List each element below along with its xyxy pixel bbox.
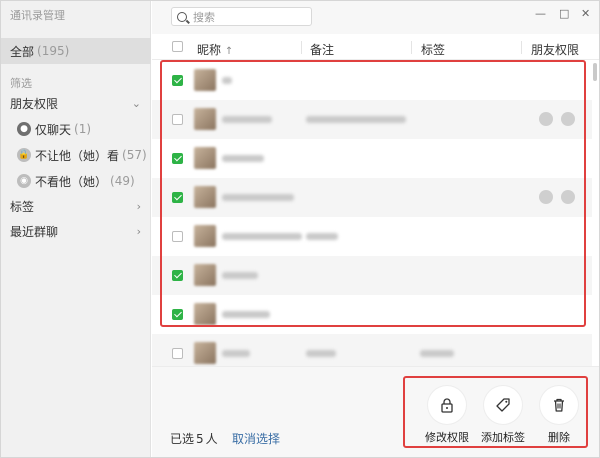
sidebar-all-count: (195) (37, 44, 70, 58)
eye-icon: ◉ (17, 174, 31, 188)
avatar (194, 342, 216, 364)
contacts-manager-window: 通讯录管理 全部 (195) 筛选 朋友权限 ⌄ ● 仅聊天 (1) 🔒 不让他… (0, 0, 600, 458)
top-bar: 搜索 — □ ✕ (152, 1, 599, 34)
search-input[interactable]: 搜索 (171, 7, 312, 26)
header-divider (411, 41, 412, 54)
sidebar-item-tags[interactable]: 标签 › (1, 193, 151, 219)
row-checkbox[interactable] (172, 348, 183, 359)
footer-bar: 已选 5 人 取消选择 修改权限 添加标签 删除 (152, 366, 599, 457)
cancel-selection-link[interactable]: 取消选择 (232, 430, 280, 447)
close-button[interactable]: ✕ (581, 7, 590, 20)
sidebar-filter-heading: 筛选 (10, 77, 32, 90)
sidebar-item-recent-groups[interactable]: 最近群聊 › (1, 218, 151, 244)
sidebar: 通讯录管理 全部 (195) 筛选 朋友权限 ⌄ ● 仅聊天 (1) 🔒 不让他… (1, 1, 151, 457)
chevron-down-icon: ⌄ (131, 96, 141, 110)
maximize-button[interactable]: □ (559, 7, 569, 20)
chevron-right-icon: › (136, 224, 141, 238)
actions-highlight-box (403, 376, 588, 448)
sidebar-all-label: 全部 (10, 44, 35, 59)
sidebar-item-hide-my-moments[interactable]: 🔒 不让他（她）看 (57) (1, 142, 151, 168)
chat-only-label: 仅聊天 (35, 122, 72, 137)
hide-their-moments-count: (49) (110, 174, 135, 188)
blurred-tag (420, 350, 454, 357)
sidebar-item-friend-permission[interactable]: 朋友权限 ⌄ (1, 90, 151, 116)
header-remark[interactable]: 备注 (310, 41, 334, 58)
user-icon: ● (17, 122, 31, 136)
header-divider (301, 41, 302, 54)
tags-label: 标签 (10, 199, 35, 214)
app-title: 通讯录管理 (10, 9, 65, 22)
hide-my-moments-label: 不让他（她）看 (35, 148, 120, 163)
chat-only-count: (1) (74, 122, 92, 136)
hide-their-moments-label: 不看他（她） (35, 174, 108, 189)
blurred-nickname (222, 350, 250, 357)
table-header: 昵称 ↑ 备注 标签 朋友权限 (152, 34, 599, 60)
blurred-remark (306, 350, 336, 357)
recent-groups-label: 最近群聊 (10, 224, 59, 239)
header-nickname[interactable]: 昵称 ↑ (197, 41, 233, 58)
lock-icon: 🔒 (17, 148, 31, 162)
selected-count-text: 已选 5 人 (170, 432, 218, 446)
header-permission[interactable]: 朋友权限 (531, 41, 579, 58)
sidebar-item-hide-their-moments[interactable]: ◉ 不看他（她） (49) (1, 168, 151, 194)
minimize-button[interactable]: — (535, 7, 546, 20)
search-icon (177, 11, 187, 22)
sidebar-item-all[interactable]: 全部 (195) (1, 38, 151, 64)
header-tag[interactable]: 标签 (421, 41, 445, 58)
friend-permission-label: 朋友权限 (10, 96, 59, 111)
selection-highlight-box (160, 60, 586, 327)
chevron-right-icon: › (136, 199, 141, 213)
header-divider (521, 41, 522, 54)
sidebar-item-chat-only[interactable]: ● 仅聊天 (1) (1, 116, 151, 142)
main-panel: 搜索 — □ ✕ 昵称 ↑ 备注 标签 朋友权限 已选 5 人 取消选择 修改权… (152, 1, 599, 457)
search-placeholder: 搜索 (193, 10, 215, 24)
hide-my-moments-count: (57) (122, 148, 147, 162)
select-all-checkbox[interactable] (172, 41, 183, 52)
scrollbar-thumb[interactable] (593, 63, 597, 81)
sort-arrow-icon: ↑ (224, 46, 234, 57)
